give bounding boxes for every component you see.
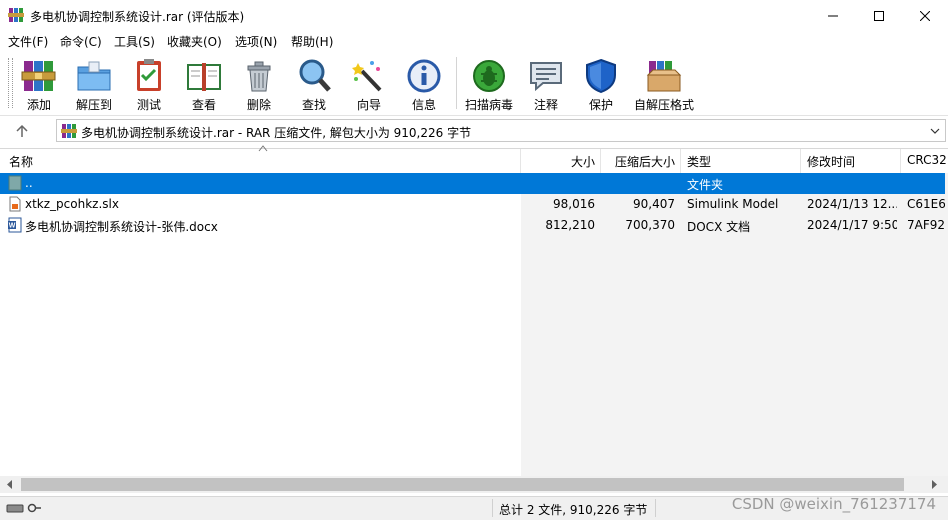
- parent-folder-icon: [8, 175, 22, 191]
- protect-button[interactable]: 保护: [573, 54, 629, 112]
- info-icon: [407, 59, 441, 93]
- shield-icon: [586, 58, 616, 94]
- scrollbar-thumb[interactable]: [21, 478, 904, 491]
- row-size: 812,210: [545, 218, 595, 232]
- menu-help[interactable]: 帮助(H): [291, 33, 333, 50]
- virus-scan-icon: [473, 60, 505, 92]
- row-size: 98,016: [553, 197, 595, 211]
- menu-tools[interactable]: 工具(S): [114, 33, 155, 50]
- table-row[interactable]: xtkz_pcohkz.slx 98,016 90,407 Simulink M…: [0, 194, 945, 215]
- column-modified[interactable]: 修改时间: [807, 153, 855, 170]
- close-button[interactable]: [902, 0, 948, 31]
- scroll-left-icon[interactable]: [4, 479, 16, 490]
- minimize-button[interactable]: [810, 0, 856, 31]
- watermark-text: CSDN @weixin_761237174: [731, 495, 936, 513]
- svg-text:W: W: [9, 223, 16, 230]
- menu-options[interactable]: 选项(N): [235, 33, 277, 50]
- sfx-label: 自解压格式: [633, 98, 694, 112]
- path-combobox[interactable]: 多电机协调控制系统设计.rar - RAR 压缩文件, 解包大小为 910,22…: [56, 119, 946, 142]
- address-bar: 多电机协调控制系统设计.rar - RAR 压缩文件, 解包大小为 910,22…: [0, 116, 948, 146]
- row-name: xtkz_pcohkz.slx: [25, 197, 119, 211]
- maximize-icon: [874, 10, 884, 21]
- column-crc32[interactable]: CRC32: [907, 153, 947, 167]
- window-title: 多电机协调控制系统设计.rar (评估版本): [30, 10, 245, 24]
- status-divider: [655, 499, 656, 517]
- simulink-file-icon: [9, 196, 21, 212]
- rar-archive-icon: [61, 124, 77, 138]
- menu-file[interactable]: 文件(F): [8, 33, 48, 50]
- column-divider[interactable]: [600, 149, 601, 173]
- column-divider[interactable]: [520, 149, 521, 173]
- minimize-icon: [828, 15, 838, 16]
- menu-command[interactable]: 命令(C): [60, 33, 102, 50]
- column-size[interactable]: 大小: [571, 153, 595, 170]
- row-crc: C61E6A: [907, 197, 945, 211]
- column-divider[interactable]: [680, 149, 681, 173]
- row-modified: 2024/1/13 12...: [807, 197, 897, 211]
- row-modified: 2024/1/17 9:50: [807, 218, 897, 232]
- row-crc: 7AF928: [907, 218, 945, 232]
- add-archive-icon: [21, 61, 56, 91]
- drive-key-icon: [6, 503, 41, 513]
- magnifier-icon: [299, 59, 331, 92]
- word-document-icon: W: [8, 217, 22, 233]
- winrar-app-icon: [8, 8, 24, 22]
- row-type: 文件夹: [687, 178, 724, 192]
- up-arrow-icon[interactable]: [12, 122, 32, 140]
- archive-path-text: 多电机协调控制系统设计.rar - RAR 压缩文件, 解包大小为 910,22…: [81, 126, 472, 140]
- column-divider[interactable]: [800, 149, 801, 173]
- test-clipboard-icon: [137, 59, 161, 91]
- status-bar: 总计 2 文件, 910,226 字节 CSDN @weixin_7612371…: [0, 495, 948, 520]
- row-packed: 90,407: [633, 197, 675, 211]
- file-list: .. 文件夹 xtkz_pcohkz.slx 98,016 90,407 Sim…: [0, 173, 948, 476]
- status-divider: [492, 499, 493, 517]
- trash-icon: [247, 61, 271, 92]
- horizontal-scrollbar[interactable]: [0, 476, 948, 493]
- sfx-button[interactable]: 自解压格式: [634, 54, 694, 112]
- chevron-down-icon[interactable]: [929, 125, 941, 137]
- row-type: DOCX 文档: [687, 220, 751, 234]
- table-row[interactable]: W 多电机协调控制系统设计-张伟.docx 812,210 700,370 DO…: [0, 215, 945, 236]
- info-button[interactable]: 信息: [396, 54, 452, 112]
- title-bar: 多电机协调控制系统设计.rar (评估版本): [0, 0, 948, 31]
- file-list-header: 名称 大小 压缩后大小 类型 修改时间 CRC32: [0, 145, 948, 174]
- menu-favorites[interactable]: 收藏夹(O): [167, 33, 222, 50]
- extract-folder-icon: [77, 61, 111, 91]
- menu-bar: 文件(F) 命令(C) 工具(S) 收藏夹(O) 选项(N) 帮助(H): [0, 31, 948, 51]
- toolbar: 添加 解压到 测试 查看 删除 查找 向导 信息 扫描病毒 注释 保护 自解压格…: [0, 51, 948, 116]
- scroll-right-icon[interactable]: [928, 479, 940, 490]
- maximize-button[interactable]: [856, 0, 902, 31]
- sfx-box-icon: [646, 61, 682, 92]
- table-row-parent[interactable]: .. 文件夹: [0, 173, 945, 194]
- column-packed-size[interactable]: 压缩后大小: [615, 153, 675, 170]
- row-name: ..: [25, 176, 33, 190]
- row-packed: 700,370: [625, 218, 675, 232]
- view-book-icon: [187, 63, 221, 91]
- row-name: 多电机协调控制系统设计-张伟.docx: [25, 220, 218, 234]
- close-icon: [920, 10, 930, 21]
- row-type: Simulink Model: [687, 197, 779, 211]
- magic-wand-icon: [352, 61, 382, 92]
- comment-icon: [530, 62, 562, 92]
- sort-ascending-icon: [258, 145, 268, 152]
- column-type[interactable]: 类型: [687, 153, 711, 170]
- status-summary: 总计 2 文件, 910,226 字节: [499, 503, 648, 517]
- column-name[interactable]: 名称: [9, 153, 33, 170]
- column-divider[interactable]: [900, 149, 901, 173]
